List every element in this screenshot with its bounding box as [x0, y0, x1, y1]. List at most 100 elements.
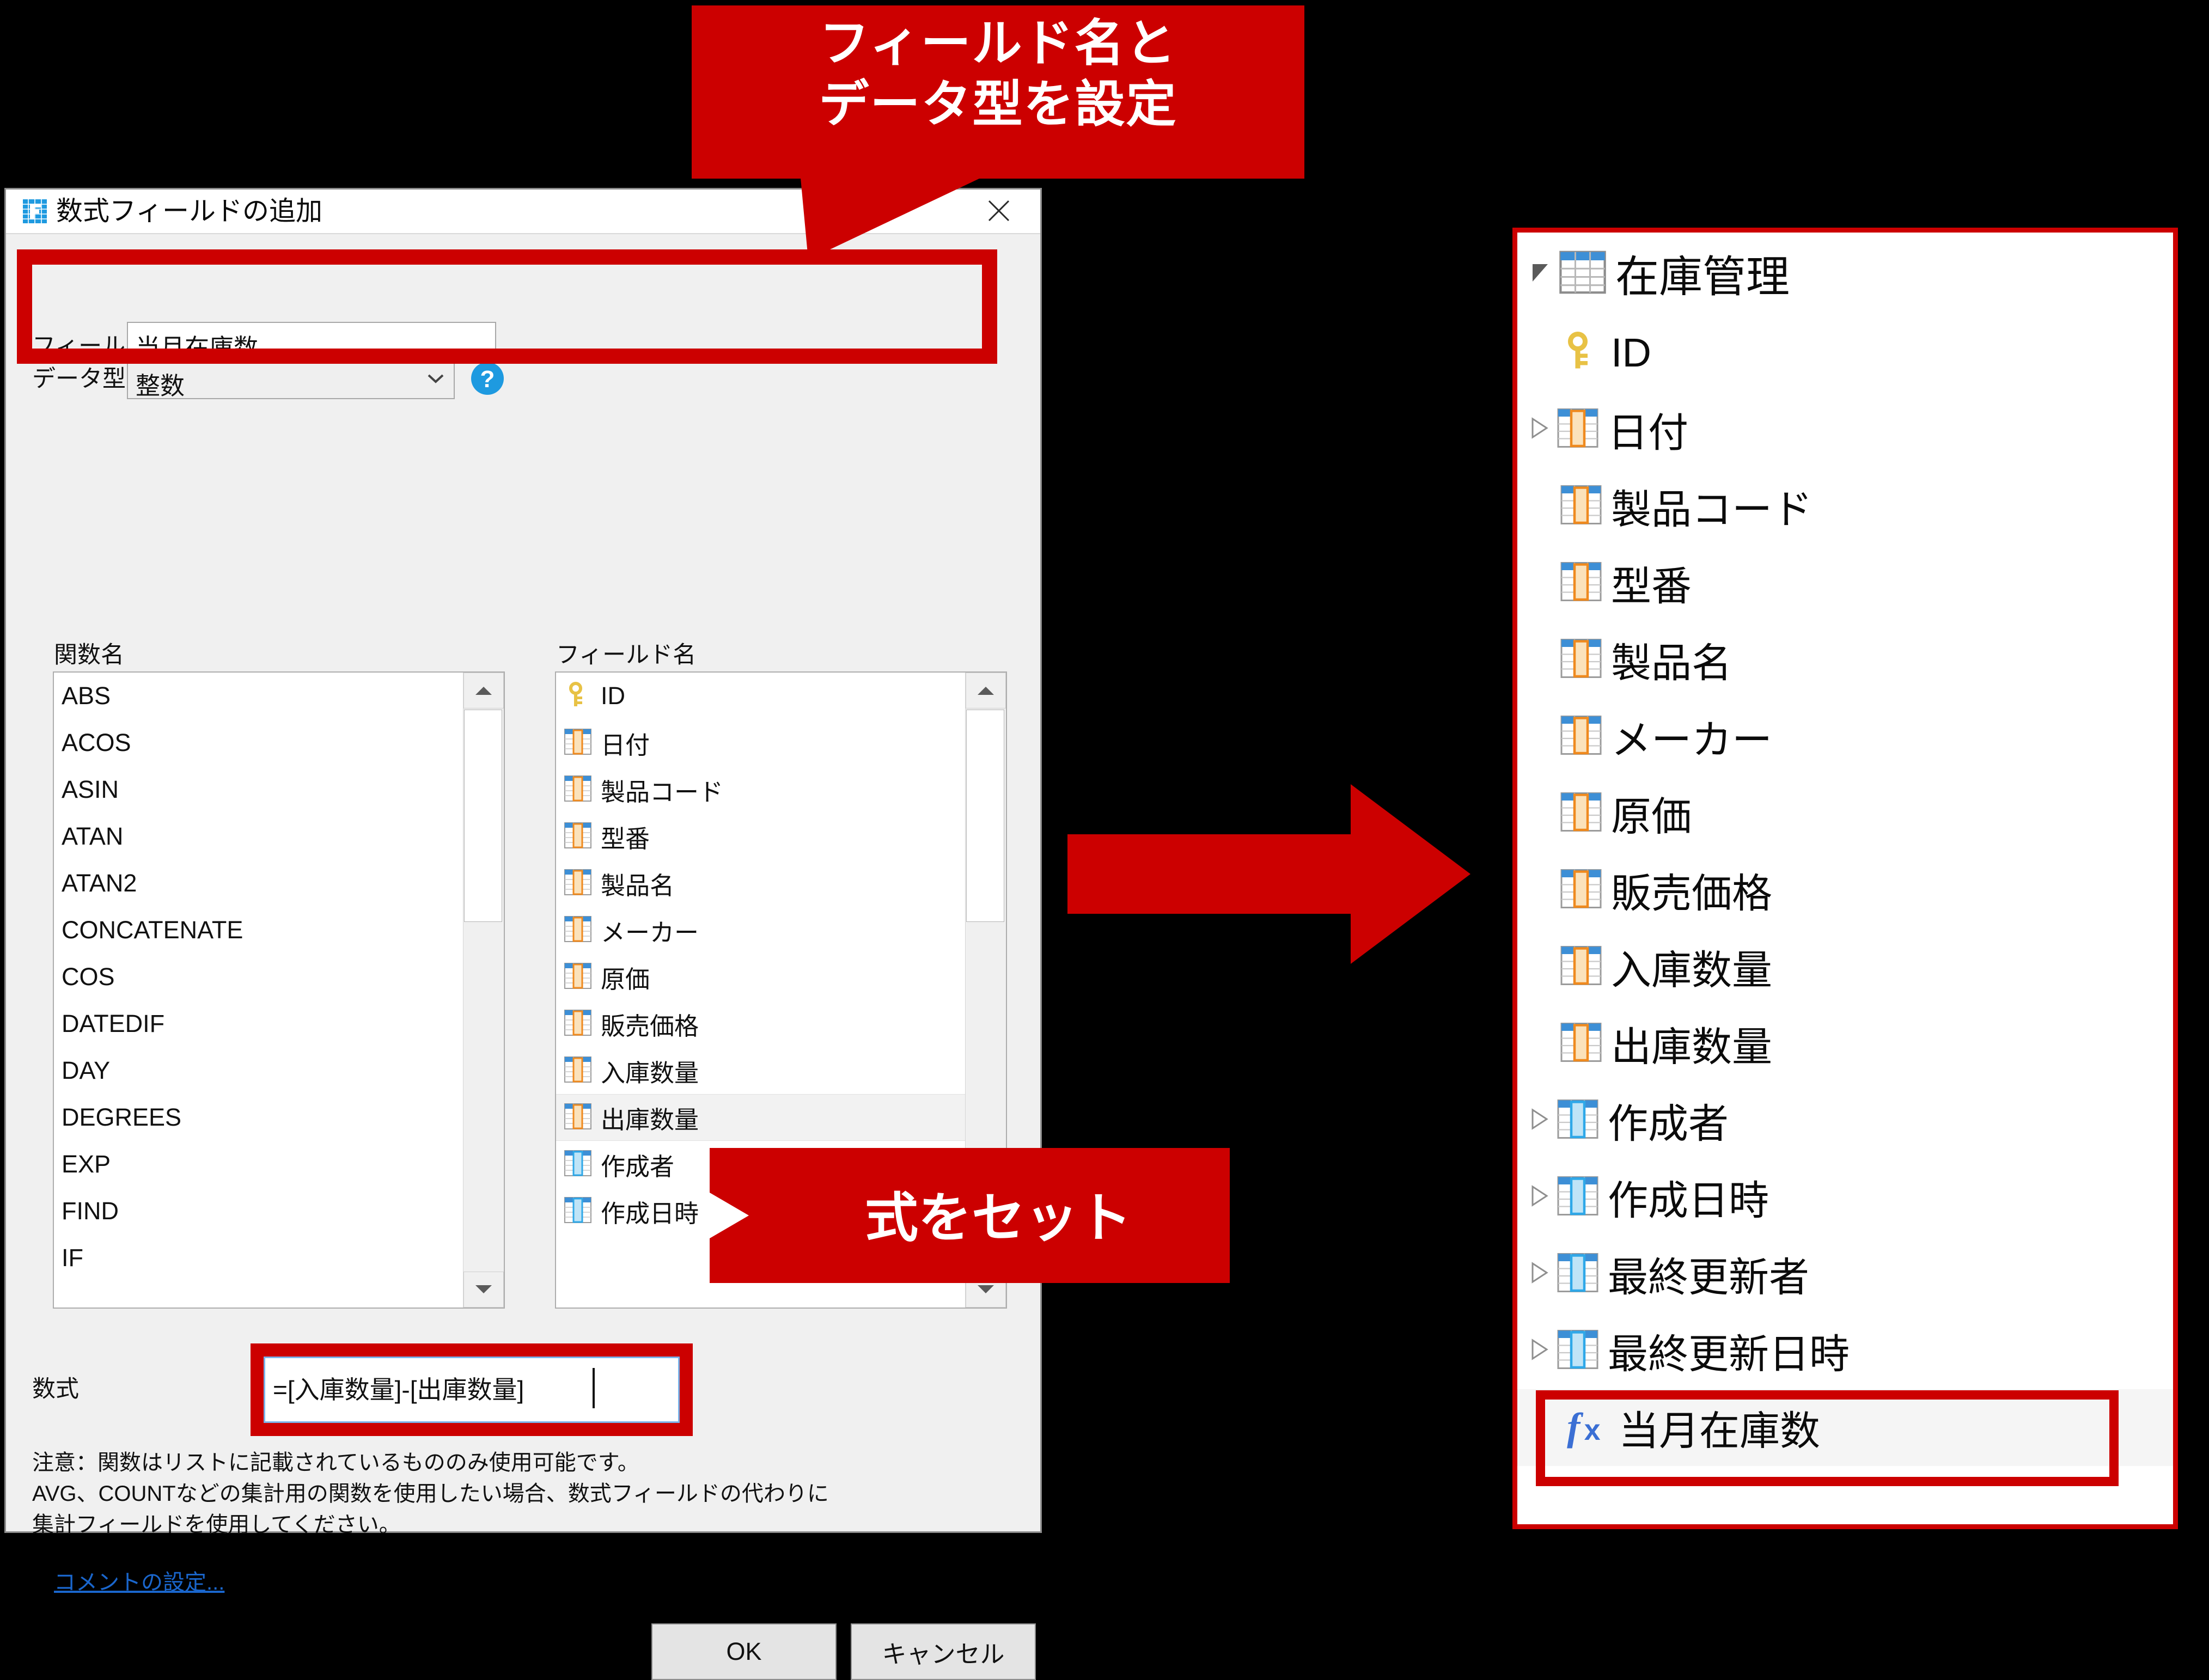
expand-triangle-icon[interactable]: [1523, 1260, 1557, 1288]
field-name: 作成日時: [601, 1199, 699, 1227]
dialog-title: 数式フィールドの追加: [56, 197, 323, 226]
function-list-item[interactable]: COS: [54, 954, 504, 1000]
tree-item[interactable]: 最終更新者: [1517, 1236, 2173, 1312]
column-orange-icon: [564, 774, 601, 805]
tree-item[interactable]: 原価: [1517, 775, 2173, 852]
svg-text:式をセット: 式をセット: [865, 1188, 1132, 1248]
tree-item[interactable]: 製品コード: [1517, 468, 2173, 545]
function-name: EXP: [62, 1150, 111, 1178]
function-list-item[interactable]: DEGREES: [54, 1094, 504, 1141]
function-list-item[interactable]: ASIN: [54, 766, 504, 813]
tree-item-label: 日付: [1608, 410, 1688, 455]
field-name-type-highlight: [17, 249, 997, 364]
scrollbar-thumb[interactable]: [464, 710, 502, 922]
tree-item[interactable]: 作成者: [1517, 1082, 2173, 1159]
function-listbox[interactable]: ABS ACOS ASIN ATAN ATAN2 CONCATENATE COS DATEDI…: [53, 671, 505, 1309]
field-list-item[interactable]: 出庫数量: [556, 1094, 1006, 1141]
expand-triangle-icon[interactable]: [1523, 1337, 1557, 1365]
function-list-item[interactable]: CONCATENATE: [54, 907, 504, 954]
formula-field-icon: [22, 199, 47, 224]
tree-item[interactable]: 出庫数量: [1517, 1005, 2173, 1082]
function-list-item[interactable]: DAY: [54, 1047, 504, 1094]
function-list-item[interactable]: FIND: [54, 1188, 504, 1235]
scroll-down-icon[interactable]: [463, 1272, 504, 1308]
note-line-2: AVG、COUNTなどの集計用の関数を使用したい場合、数式フィールドの代わりに: [32, 1482, 829, 1506]
tree-item[interactable]: ID: [1517, 314, 2173, 391]
field-name: 型番: [601, 824, 650, 853]
tree-item-label: 入庫数量: [1611, 948, 1772, 993]
tree-item-label: 当月在庫数: [1619, 1408, 1820, 1453]
field-list-item[interactable]: 販売価格: [556, 1000, 1006, 1047]
scrollbar-thumb[interactable]: [966, 710, 1004, 922]
column-orange-icon: [1560, 1021, 1611, 1066]
field-name: 製品名: [601, 871, 675, 900]
tree-item-formula-field[interactable]: f x 当月在庫数: [1517, 1389, 2173, 1466]
function-list-item[interactable]: ABS: [54, 673, 504, 719]
help-icon[interactable]: ?: [470, 361, 505, 396]
field-name: 製品コード: [601, 778, 724, 806]
column-blue-icon: [1557, 1175, 1608, 1220]
function-list-item[interactable]: EXP: [54, 1141, 504, 1188]
column-orange-icon: [1557, 407, 1608, 452]
key-icon: [1560, 330, 1611, 375]
scroll-up-icon[interactable]: [966, 673, 1006, 708]
tree-item[interactable]: 入庫数量: [1517, 928, 2173, 1005]
expand-triangle-icon[interactable]: [1523, 1183, 1557, 1211]
formula-input[interactable]: =[入庫数量]-[出庫数量]: [264, 1357, 680, 1423]
field-name: 出庫数量: [601, 1105, 699, 1134]
expand-triangle-icon[interactable]: [1525, 260, 1559, 288]
function-list-item[interactable]: ATAN2: [54, 860, 504, 907]
formula-label: 数式: [32, 1376, 79, 1402]
data-type-select[interactable]: 整数: [127, 360, 455, 400]
column-blue-icon: [1557, 1251, 1608, 1297]
function-name: DAY: [62, 1056, 111, 1084]
comment-settings-link[interactable]: コメントの設定...: [54, 1565, 224, 1596]
field-list-item[interactable]: メーカー: [556, 907, 1006, 954]
field-list-item[interactable]: 原価: [556, 954, 1006, 1000]
field-list-item[interactable]: 入庫数量: [556, 1047, 1006, 1094]
tree-item[interactable]: 最終更新日時: [1517, 1312, 2173, 1389]
column-orange-icon: [1560, 791, 1611, 836]
column-orange-icon: [1560, 944, 1611, 989]
field-list-item[interactable]: 製品名: [556, 860, 1006, 907]
function-name: DEGREES: [62, 1103, 182, 1131]
field-tree-panel[interactable]: 在庫管理 ID 日付製品コード 型番 製品名 メーカー 原価 販売価格入庫数量出庫数量作成者作…: [1512, 228, 2178, 1529]
column-orange-icon: [1560, 868, 1611, 913]
scroll-up-icon[interactable]: [463, 673, 504, 708]
key-icon: [564, 681, 601, 712]
field-list-item[interactable]: 日付: [556, 719, 1006, 766]
field-name: メーカー: [601, 918, 699, 946]
ok-button[interactable]: OK: [651, 1623, 837, 1680]
tree-item[interactable]: 作成日時: [1517, 1159, 2173, 1236]
column-orange-icon: [564, 1009, 601, 1040]
tree-item[interactable]: 型番: [1517, 545, 2173, 621]
column-orange-icon: [1560, 637, 1611, 682]
field-list-item[interactable]: 製品コード: [556, 766, 1006, 813]
function-list-item[interactable]: ACOS: [54, 719, 504, 766]
function-name: ATAN: [62, 822, 124, 850]
function-list-scrollbar[interactable]: [463, 673, 504, 1308]
tree-item[interactable]: メーカー: [1517, 698, 2173, 775]
field-name: 作成者: [601, 1152, 675, 1181]
field-list-item[interactable]: 型番: [556, 813, 1006, 860]
tree-root-label: 在庫管理: [1615, 253, 1790, 301]
tree-root-item[interactable]: 在庫管理: [1517, 233, 2173, 314]
note-line-3: 集計フィールドを使用してください。: [32, 1513, 401, 1537]
tree-item[interactable]: 販売価格: [1517, 852, 2173, 928]
field-list-item[interactable]: ID: [556, 673, 1006, 719]
data-type-value: 整数: [136, 372, 185, 400]
column-orange-icon: [564, 1102, 601, 1133]
cancel-button[interactable]: キャンセル: [851, 1623, 1036, 1680]
function-list-header: 関数名: [54, 642, 124, 668]
tree-item[interactable]: 製品名: [1517, 621, 2173, 698]
function-list-item[interactable]: DATEDIF: [54, 1000, 504, 1047]
note-line-1: 注意：関数はリストに記載されているもののみ使用可能です。: [32, 1451, 639, 1475]
expand-triangle-icon[interactable]: [1523, 1107, 1557, 1134]
function-list-item[interactable]: ATAN: [54, 813, 504, 860]
function-list-item[interactable]: IF: [54, 1235, 504, 1281]
tree-item[interactable]: 日付: [1517, 391, 2173, 468]
tree-item-label: 作成日時: [1608, 1178, 1769, 1223]
expand-triangle-icon[interactable]: [1523, 416, 1557, 443]
tree-item-label: 作成者: [1608, 1101, 1729, 1146]
column-blue-icon: [564, 1196, 601, 1227]
